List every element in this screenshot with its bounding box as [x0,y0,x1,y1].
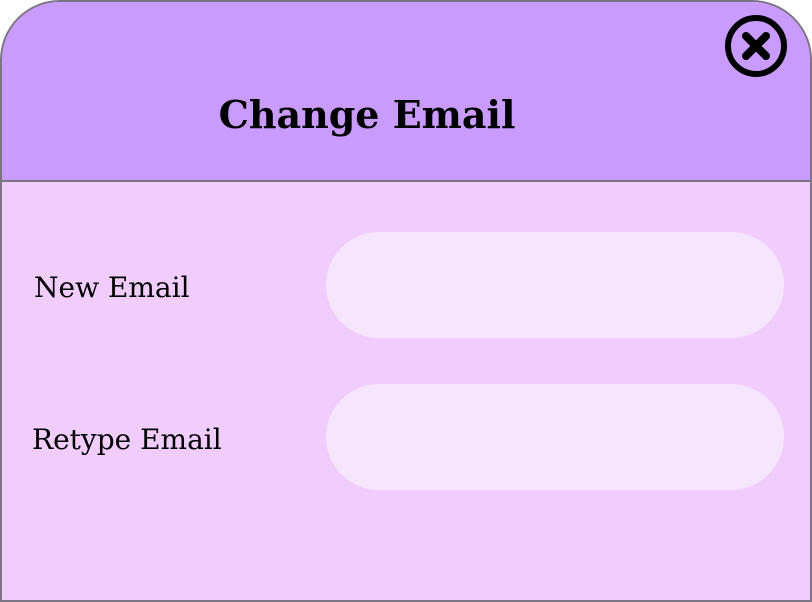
close-button[interactable] [724,14,788,78]
change-email-dialog: Change Email New Email Retype Email [0,0,812,602]
dialog-title: Change Email [218,92,516,137]
dialog-header: Change Email [2,2,810,182]
new-email-field[interactable] [326,232,784,338]
retype-email-label: Retype Email [32,423,222,456]
retype-email-field[interactable] [326,384,784,490]
close-circle-icon [725,15,787,77]
new-email-label: New Email [34,271,190,304]
